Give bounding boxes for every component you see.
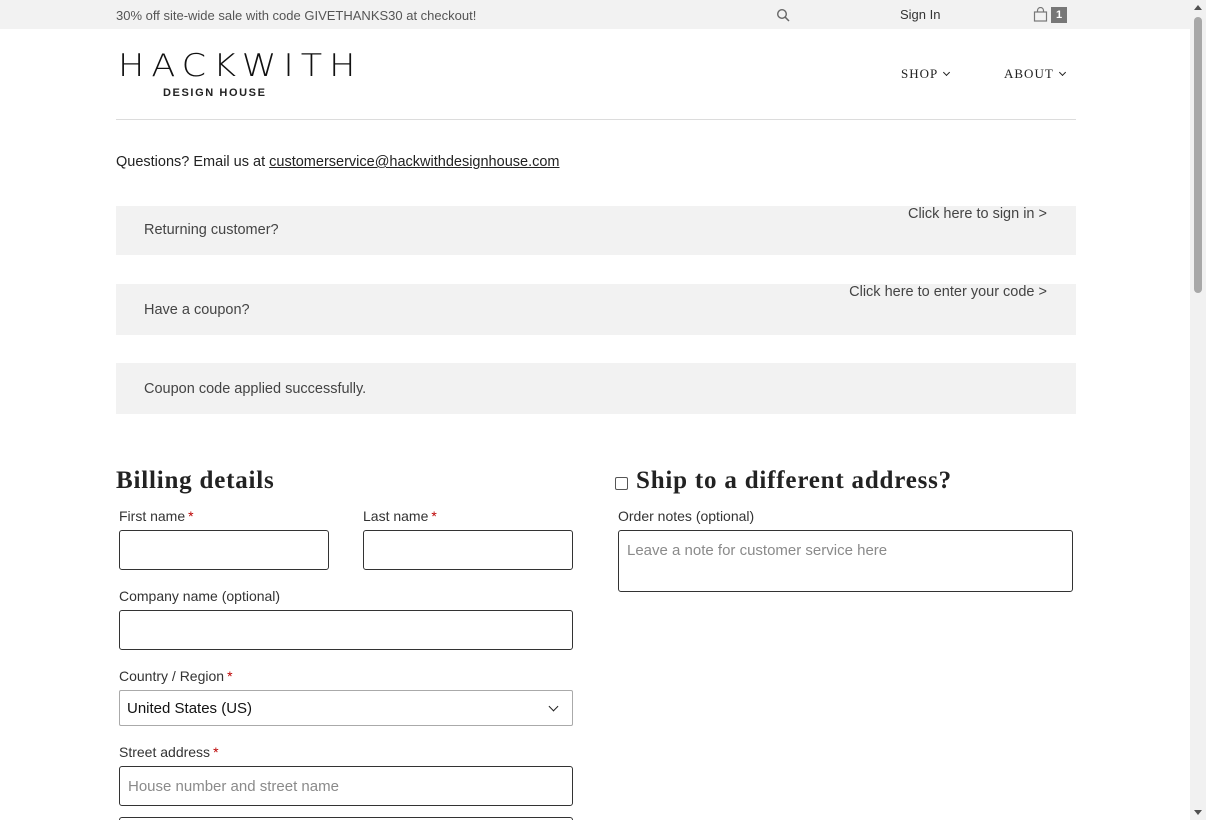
last-name-input[interactable] <box>363 530 573 570</box>
first-name-label-text: First name <box>119 508 186 524</box>
cart-count-badge[interactable]: 1 <box>1051 7 1067 23</box>
required-mark: * <box>213 744 219 760</box>
required-mark: * <box>227 668 233 684</box>
ship-different-address-heading[interactable]: Ship to a different address? <box>636 467 952 495</box>
required-mark: * <box>188 508 194 524</box>
chevron-down-icon <box>548 701 559 712</box>
required-mark: * <box>431 508 437 524</box>
country-region-label: Country / Region * <box>119 668 233 684</box>
nav-shop[interactable]: SHOP <box>901 66 951 82</box>
questions-text: Questions? Email us at <box>116 154 270 170</box>
scroll-thumb[interactable] <box>1194 17 1202 293</box>
promo-bar: 30% off site-wide sale with code GIVETHA… <box>0 0 1190 29</box>
order-notes-label: Order notes (optional) <box>618 508 755 524</box>
nav-about-label: ABOUT <box>1004 66 1054 81</box>
company-name-label: Company name (optional) <box>119 588 281 604</box>
street-address-input[interactable] <box>119 766 573 806</box>
first-name-label: First name * <box>119 508 194 524</box>
header-divider <box>116 119 1076 120</box>
sign-in-link[interactable]: Sign In <box>900 7 940 22</box>
sign-in-toggle-link[interactable]: Click here to sign in > <box>908 206 1047 222</box>
first-name-input[interactable] <box>119 530 329 570</box>
country-region-select[interactable]: United States (US) <box>119 690 573 726</box>
company-name-input[interactable] <box>119 610 573 650</box>
logo-subtitle: DESIGN HOUSE <box>163 87 267 99</box>
returning-customer-text: Returning customer? <box>144 222 279 238</box>
promo-text: 30% off site-wide sale with code GIVETHA… <box>116 8 477 23</box>
coupon-applied-message: Coupon code applied successfully. <box>116 363 1076 414</box>
logo-wordmark: HACKWITH <box>118 48 363 84</box>
nav-shop-label: SHOP <box>901 66 939 81</box>
chevron-down-icon <box>1058 68 1066 77</box>
cart-bag-icon[interactable] <box>1033 7 1048 22</box>
last-name-label: Last name * <box>363 508 437 524</box>
page-scrollbar[interactable] <box>1190 0 1206 820</box>
street-address-label-text: Street address <box>119 744 211 760</box>
enter-coupon-link[interactable]: Click here to enter your code > <box>849 284 1047 300</box>
order-notes-textarea[interactable] <box>618 530 1073 592</box>
country-selected-value: United States (US) <box>127 700 253 717</box>
country-region-label-text: Country / Region <box>119 668 225 684</box>
nav-about[interactable]: ABOUT <box>1004 66 1066 82</box>
coupon-notice: Have a coupon? Click here to enter your … <box>116 284 1076 335</box>
last-name-label-text: Last name <box>363 508 429 524</box>
scroll-up-arrow-icon[interactable] <box>1194 5 1202 10</box>
questions-line: Questions? Email us at customerservice@h… <box>116 154 560 170</box>
chevron-down-icon <box>943 68 951 77</box>
customer-service-email-link[interactable]: customerservice@hackwithdesignhouse.com <box>269 154 559 170</box>
search-icon[interactable] <box>776 8 790 22</box>
returning-customer-notice: Returning customer? Click here to sign i… <box>116 206 1076 255</box>
ship-different-address-checkbox[interactable] <box>615 477 628 490</box>
site-logo[interactable]: HACKWITH DESIGN HOUSE <box>118 48 363 100</box>
coupon-applied-text: Coupon code applied successfully. <box>144 381 367 397</box>
billing-details-heading: Billing details <box>116 467 275 494</box>
street-address-label: Street address * <box>119 744 219 760</box>
coupon-text: Have a coupon? <box>144 302 250 318</box>
scroll-down-arrow-icon[interactable] <box>1194 810 1202 815</box>
